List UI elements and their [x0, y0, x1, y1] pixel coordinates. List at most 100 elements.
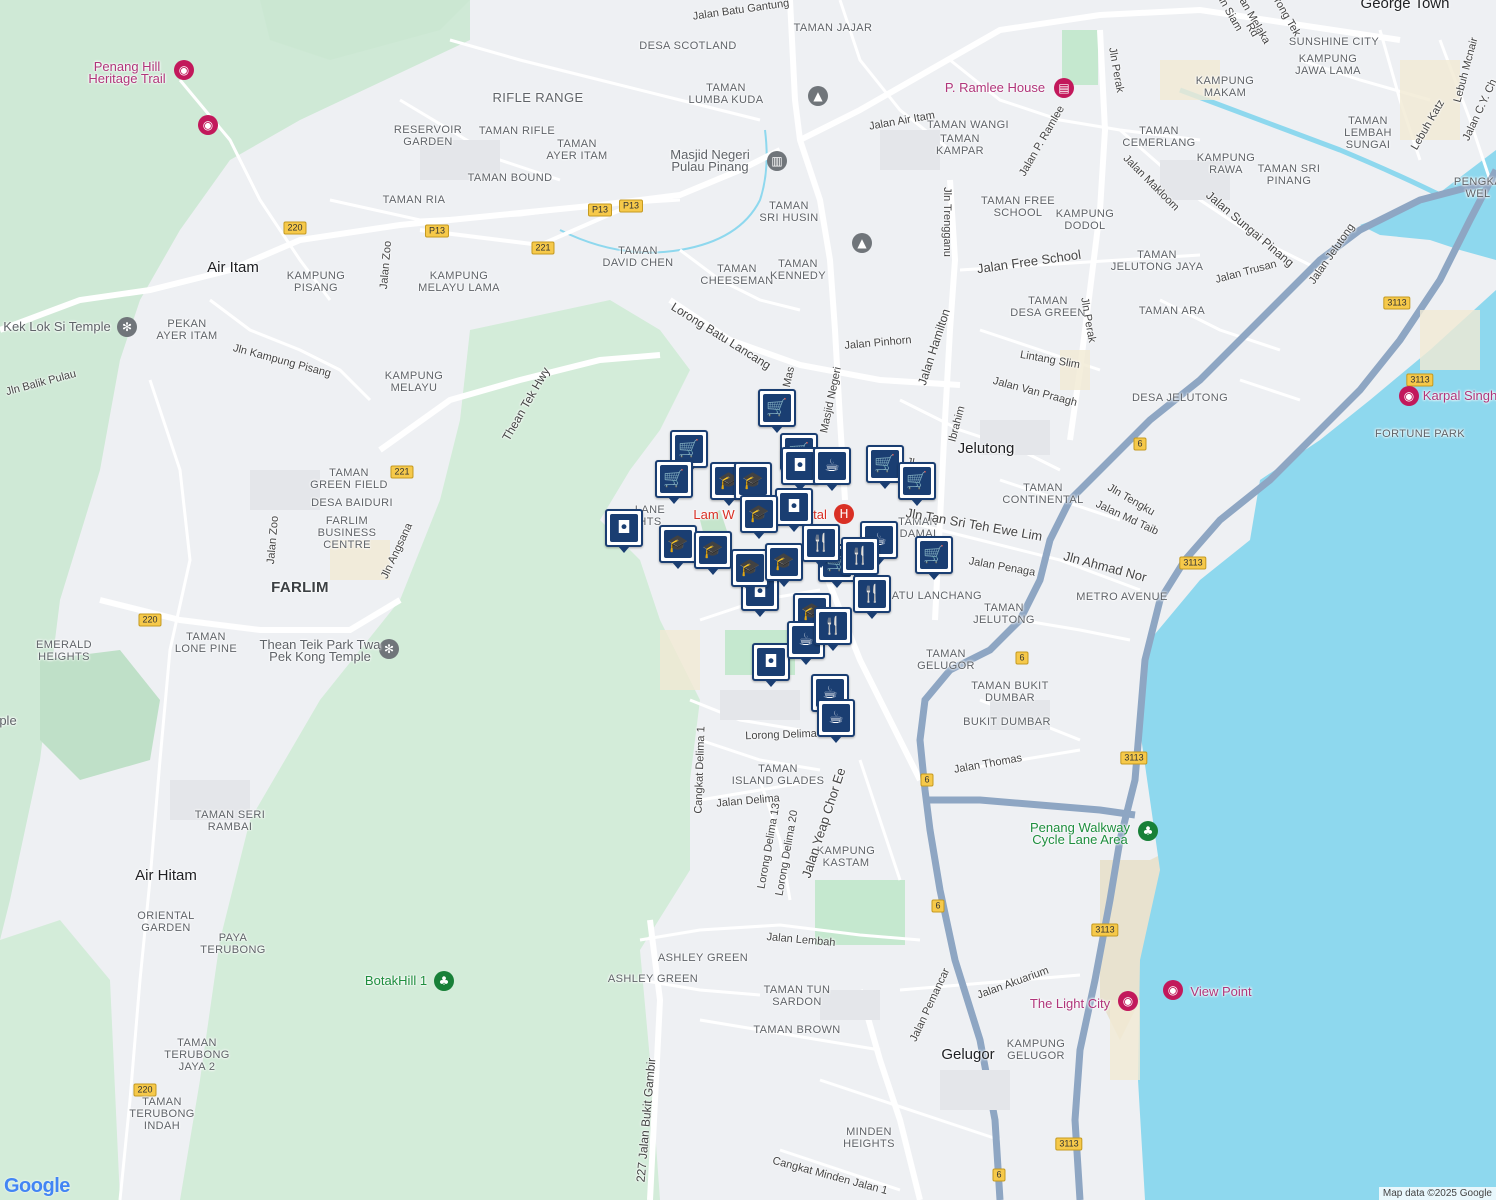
route-shield: 220 [283, 221, 307, 235]
poi-label[interactable]: P. Ramlee House [945, 81, 1045, 94]
area-label: TAMAN CHEESEMAN [700, 263, 774, 287]
poi-label: ple [0, 713, 17, 728]
shopping-cart-icon: 🛒 [920, 541, 948, 569]
cafe-marker[interactable]: ☕ [817, 699, 855, 743]
area-label: BATU LANCHANG [884, 590, 982, 602]
camera-icon[interactable]: ◉ [198, 115, 218, 135]
graduation-cap-icon: 🎓 [745, 500, 773, 528]
cafe-marker[interactable]: ☕ [813, 447, 851, 491]
map-canvas[interactable]: P13 P13 P13 220 220 220 221 221 6 6 6 6 … [0, 0, 1496, 1200]
school-marker[interactable]: 🎓 [765, 543, 803, 587]
graduation-cap-icon: 🎓 [770, 548, 798, 576]
area-label: TAMAN LEMBAH SUNGAI [1344, 115, 1392, 151]
camera-icon[interactable]: ◉ [1118, 991, 1138, 1011]
area-label: RESERVOIR GARDEN [393, 124, 463, 148]
town-label: Jelutong [957, 440, 1015, 457]
school-marker[interactable]: 🎓 [740, 495, 778, 539]
school-marker[interactable]: 🎓 [659, 525, 697, 569]
area-label: ASHLEY GREEN [607, 973, 699, 985]
shopping-bag-icon: ◘ [610, 514, 638, 542]
area-label: RIFLE RANGE [492, 90, 584, 105]
poi-label[interactable]: Lam W [693, 508, 734, 521]
area-label: EMERALD HEIGHTS [36, 639, 92, 663]
route-shield: 3113 [1055, 1137, 1083, 1151]
poi-label[interactable]: Thean Teik Park Twa Pek Kong Temple [260, 638, 381, 663]
poi-label[interactable]: Penang Walkway Cycle Lane Area [1030, 821, 1130, 846]
area-label: TAMAN DESA GREEN [1010, 295, 1086, 319]
poi-label[interactable]: Penang Hill Heritage Trail [88, 60, 165, 85]
temple-icon[interactable]: ✻ [117, 317, 137, 337]
route-shield: 221 [390, 465, 414, 479]
area-label: KAMPUNG MELAYU [384, 370, 444, 394]
poi-label[interactable]: Karpal Singh [1423, 389, 1496, 402]
shopping-cart-icon: 🛒 [763, 394, 791, 422]
shopping-bag-icon: ◘ [786, 452, 814, 480]
shopping-bag-marker[interactable]: ◘ [605, 509, 643, 553]
shopping-cart-marker[interactable]: 🛒 [655, 460, 693, 504]
shopping-bag-marker[interactable]: ◘ [752, 643, 790, 687]
road-label: Jln Trengganu [941, 187, 953, 257]
school-marker[interactable]: 🎓 [694, 531, 732, 575]
area-label: FARLIM BUSINESS CENTRE [317, 515, 377, 551]
poi-label[interactable]: Masjid Negeri Pulau Pinang [670, 148, 749, 173]
camera-icon[interactable]: ◉ [174, 60, 194, 80]
route-shield: 3113 [1406, 373, 1434, 387]
town-label: George Town [1360, 0, 1450, 12]
area-label: TAMAN AYER ITAM [546, 138, 608, 162]
temple-icon[interactable]: ✻ [379, 639, 399, 659]
area-label: DESA BAIDURI [311, 497, 393, 509]
town-label: FARLIM [271, 579, 329, 596]
shopping-bag-marker[interactable]: ◘ [775, 488, 813, 532]
restaurant-marker[interactable]: 🍴 [814, 607, 852, 651]
area-label: SUNSHINE CITY [1288, 36, 1380, 48]
area-label: TAMAN KAMPAR [935, 133, 985, 157]
area-label: BUKIT DUMBAR [963, 716, 1051, 728]
camera-icon[interactable]: ◉ [1399, 386, 1419, 406]
area-label: TAMAN RIA [382, 194, 446, 206]
area-label: KAMPUNG PISANG [286, 270, 346, 294]
area-label: FORTUNE PARK [1375, 428, 1465, 440]
town-label: Air Hitam [135, 867, 197, 884]
poi-label[interactable]: The Light City [1030, 997, 1110, 1010]
poi-label[interactable]: BotakHill 1 [365, 974, 427, 987]
school-icon[interactable]: ▲ [808, 86, 828, 106]
road-label: Lorong Delima [745, 727, 817, 743]
museum-icon[interactable]: ▤ [1054, 78, 1074, 98]
area-label: TAMAN CONTINENTAL [1002, 482, 1084, 506]
mosque-icon[interactable]: ▥ [767, 151, 787, 171]
poi-label[interactable]: tal [813, 508, 827, 521]
area-label: KAMPUNG GELUGOR [1006, 1038, 1066, 1062]
route-shield: 6 [920, 773, 934, 787]
restaurant-marker[interactable]: 🍴 [841, 537, 879, 581]
route-shield: 3113 [1383, 296, 1411, 310]
restaurant-marker[interactable]: 🍴 [802, 524, 840, 568]
poi-label[interactable]: Kek Lok Si Temple [3, 320, 110, 333]
area-label: PEKAN AYER ITAM [156, 318, 218, 342]
route-shield: 221 [531, 241, 555, 255]
graduation-cap-icon: 🎓 [664, 530, 692, 558]
coffee-cup-icon: ☕ [818, 452, 846, 480]
camera-icon[interactable]: ◉ [1163, 980, 1183, 1000]
route-shield: 6 [1015, 651, 1029, 665]
park-icon[interactable]: ♣ [1138, 821, 1158, 841]
route-shield: P13 [618, 199, 644, 213]
shopping-cart-icon: 🛒 [675, 435, 703, 463]
route-shield: 3113 [1120, 751, 1148, 765]
park-icon[interactable]: ♣ [434, 971, 454, 991]
map-attribution[interactable]: Map data ©2025 Google [1378, 1187, 1496, 1200]
graduation-cap-icon: 🎓 [699, 536, 727, 564]
school-marker[interactable]: 🎓 [731, 549, 769, 593]
shopping-cart-marker[interactable]: 🛒 [915, 536, 953, 580]
area-label: TAMAN DAVID CHEN [602, 245, 674, 269]
shopping-cart-marker[interactable]: 🛒 [758, 389, 796, 433]
school-icon[interactable]: ▲ [852, 233, 872, 253]
area-label: TAMAN SRI HUSIN [759, 200, 819, 224]
hospital-icon[interactable]: H [834, 504, 854, 524]
shopping-cart-marker[interactable]: 🛒 [898, 462, 936, 506]
area-label: KAMPUNG JAWA LAMA [1295, 53, 1361, 77]
route-shield: P13 [424, 224, 450, 238]
area-label: KAMPUNG MAKAM [1195, 75, 1255, 99]
restaurant-marker[interactable]: 🍴 [853, 575, 891, 619]
poi-label[interactable]: View Point [1190, 985, 1251, 998]
shopping-cart-icon: 🛒 [903, 467, 931, 495]
